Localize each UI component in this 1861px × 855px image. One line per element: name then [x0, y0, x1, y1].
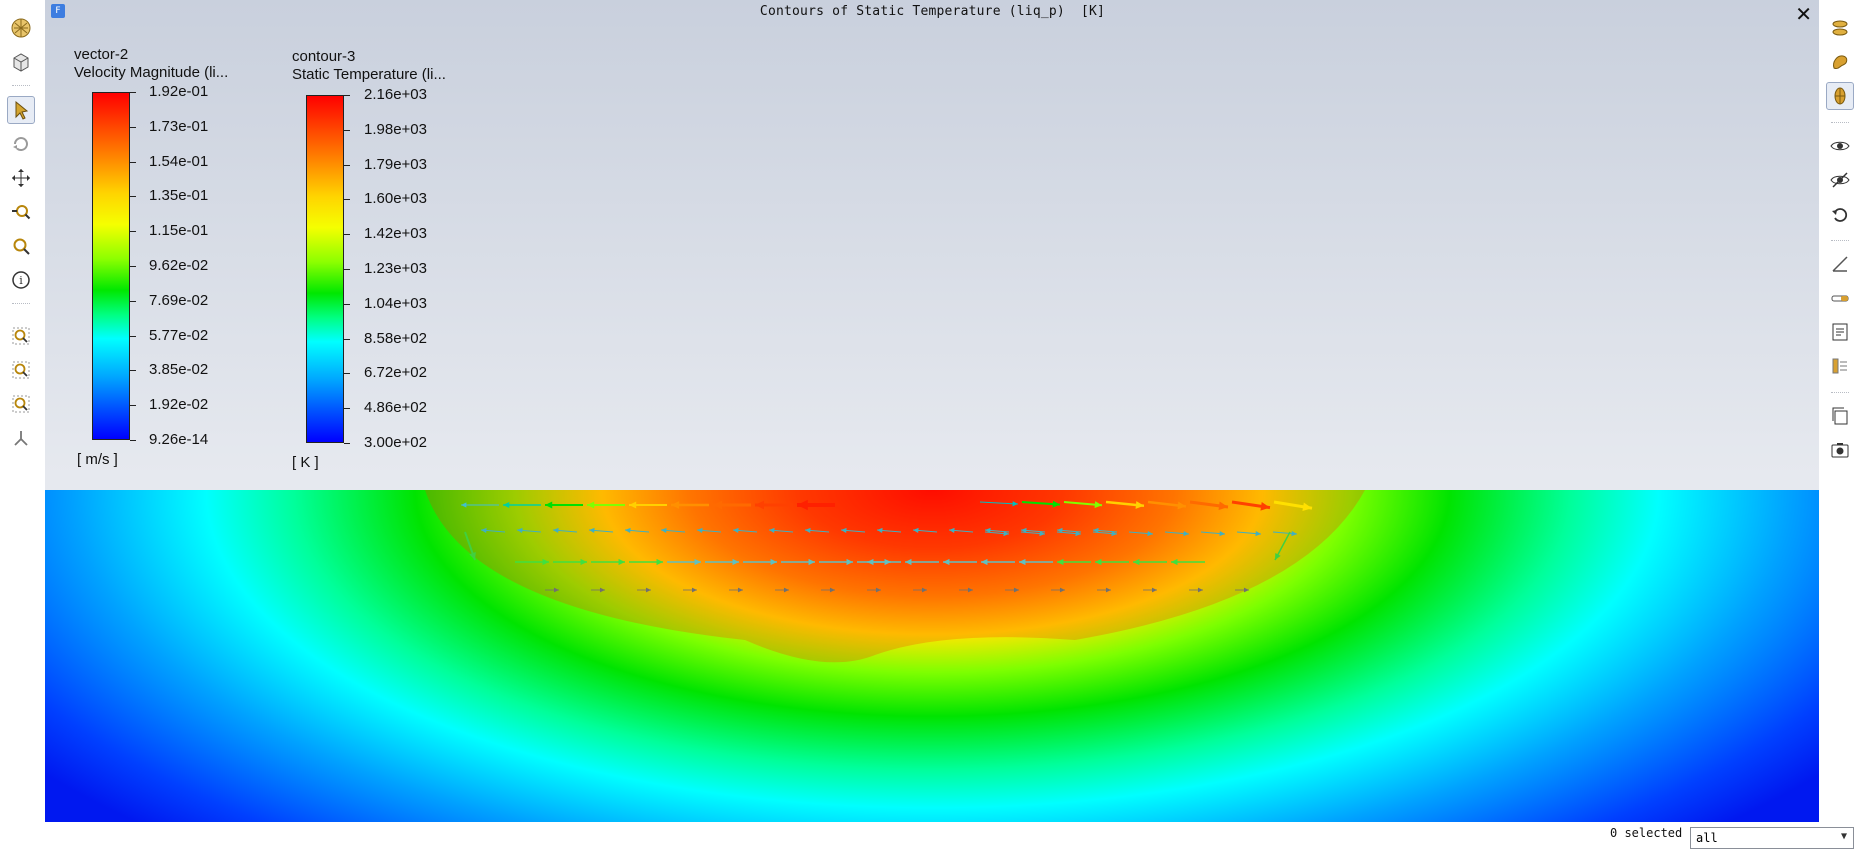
undo-view-icon[interactable] — [1826, 200, 1854, 228]
legend-tick-label: 7.69e-02 — [149, 291, 209, 309]
probe-info-icon[interactable]: i — [7, 266, 35, 294]
show-icon[interactable] — [1826, 166, 1854, 194]
legend-tick — [130, 126, 136, 128]
legend-tick-label: 5.77e-02 — [149, 326, 209, 344]
legend-tick-label: 1.54e-01 — [149, 152, 209, 170]
zoom-in-out-icon[interactable] — [7, 198, 35, 226]
legend-tick-label: 2.16e+03 — [364, 86, 427, 103]
legend-tick-label: 1.35e-01 — [149, 187, 209, 205]
legend-tick-label: 3.00e+02 — [364, 434, 427, 451]
legend-tick — [344, 338, 350, 340]
zoom-fit-icon[interactable] — [7, 322, 35, 350]
screenshot-icon[interactable] — [1826, 436, 1854, 464]
select-pointer-icon[interactable] — [7, 96, 35, 124]
legend-tick — [130, 266, 136, 267]
legend-field: Velocity Magnitude (li... — [74, 64, 229, 81]
legend-tick — [344, 164, 350, 166]
legend-tick — [344, 199, 350, 201]
graphics-window[interactable]: F Contours of Static Temperature (liq_p)… — [45, 0, 1820, 822]
legend-tick — [130, 335, 136, 337]
selection-filter-value: all — [1696, 831, 1718, 845]
legend-tick-label: 1.23e+03 — [364, 260, 427, 277]
legend-tick — [344, 95, 350, 96]
legend-tick — [130, 405, 136, 407]
close-icon[interactable]: ✕ — [1795, 2, 1812, 26]
legend-name: vector-2 — [74, 46, 129, 63]
legend-tick — [130, 231, 136, 233]
legend-unit: [ m/s ] — [77, 451, 118, 468]
legend-tick-label: 1.60e+03 — [364, 190, 427, 208]
legend-name: contour-3 — [292, 48, 356, 65]
legend-unit: [ K ] — [292, 454, 319, 471]
axes-triad-icon[interactable] — [7, 424, 35, 452]
legend-tick — [344, 373, 350, 375]
legend-tick-label: 6.72e+02 — [364, 364, 427, 382]
legend-toggle-icon[interactable] — [1826, 352, 1854, 380]
legend-tick-label: 1.15e-01 — [149, 222, 209, 240]
legend-tick-label: 3.85e-02 — [149, 361, 209, 379]
legend-tick — [344, 129, 350, 131]
temperature-contour-plot[interactable] — [45, 490, 1820, 822]
legend-tick — [130, 196, 136, 198]
clip-plane-icon[interactable] — [1826, 14, 1854, 42]
legend-tick-label: 1.92e-02 — [149, 396, 209, 414]
selection-status: 0 selected — [1610, 826, 1683, 840]
legend-tick-label: 8.58e+02 — [364, 329, 427, 347]
temperature-legend: contour-3 Static Temperature (li... [ K … — [292, 48, 492, 478]
legend-tick-label: 1.04e+03 — [364, 294, 427, 312]
ruler-icon[interactable] — [1826, 250, 1854, 278]
legend-tick — [344, 443, 350, 444]
legend-tick — [344, 408, 350, 410]
right-toolbar — [1819, 0, 1861, 822]
legend-tick-label: 1.42e+03 — [364, 225, 427, 243]
left-toolbar: i — [0, 0, 42, 822]
mesh-view-icon[interactable] — [1826, 82, 1854, 110]
surface-view-icon[interactable] — [1826, 48, 1854, 76]
selection-filter-dropdown[interactable]: all ▼ — [1690, 827, 1854, 849]
rotate-icon[interactable] — [7, 130, 35, 158]
temperature-colormap-bar — [306, 95, 344, 443]
legend-tick — [130, 92, 136, 93]
legend-field: Static Temperature (li... — [292, 66, 446, 83]
velocity-colormap-bar — [92, 92, 130, 440]
legend-tick-label: 4.86e+02 — [364, 399, 427, 417]
isometric-view-icon[interactable] — [7, 48, 35, 76]
colormap-bar-icon[interactable] — [1826, 284, 1854, 312]
legend-tick-label: 1.98e+03 — [364, 120, 427, 138]
velocity-legend: vector-2 Velocity Magnitude (li... [ m/s… — [74, 46, 274, 476]
legend-tick-label: 1.73e-01 — [149, 117, 209, 135]
zoom-to-area-icon[interactable] — [7, 232, 35, 260]
legend-tick — [130, 370, 136, 372]
annotation-icon[interactable] — [1826, 318, 1854, 346]
legend-tick — [130, 161, 136, 163]
svg-text:i: i — [19, 274, 23, 287]
zoom-in-icon[interactable] — [7, 356, 35, 384]
legend-tick — [130, 300, 136, 302]
legend-tick — [344, 303, 350, 305]
legend-tick-label: 1.92e-01 — [149, 83, 209, 100]
pan-icon[interactable] — [7, 164, 35, 192]
fit-to-window-icon[interactable] — [7, 14, 35, 42]
legend-tick — [344, 234, 350, 236]
legend-tick — [130, 440, 136, 441]
zoom-out-icon[interactable] — [7, 390, 35, 418]
copy-image-icon[interactable] — [1826, 402, 1854, 430]
legend-tick — [344, 269, 350, 270]
hide-icon[interactable] — [1826, 132, 1854, 160]
legend-tick-label: 9.26e-14 — [149, 431, 209, 448]
legend-tick-label: 9.62e-02 — [149, 257, 209, 274]
legend-tick-label: 1.79e+03 — [364, 155, 427, 173]
chevron-down-icon: ▼ — [1840, 831, 1847, 842]
graphics-title: Contours of Static Temperature (liq_p) [… — [759, 4, 1106, 19]
